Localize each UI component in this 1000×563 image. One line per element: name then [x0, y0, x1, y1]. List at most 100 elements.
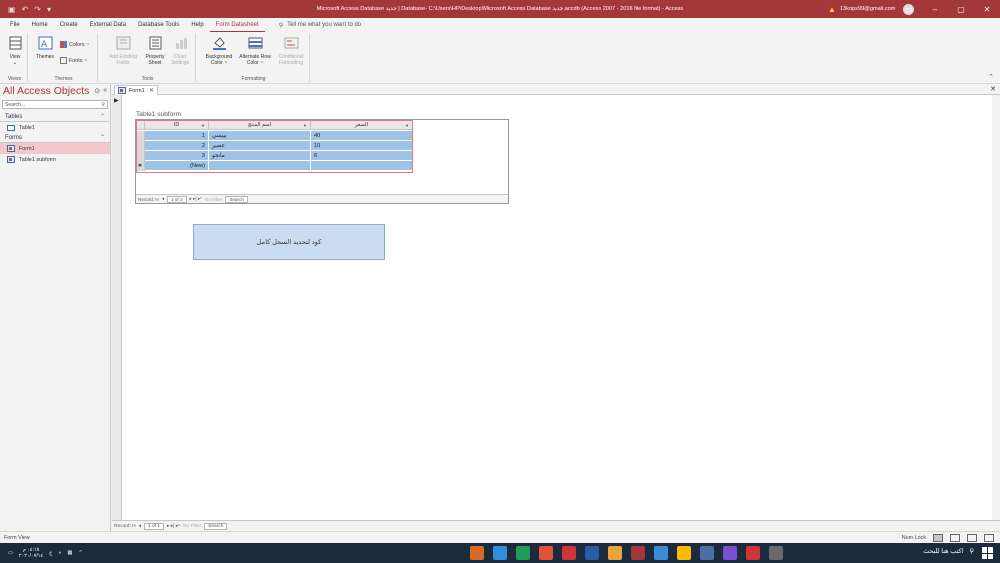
tab-file[interactable]: File	[4, 18, 26, 32]
alternate-row-color-button[interactable]: Alternate Row Color ~	[238, 36, 272, 66]
datasheet-view-icon[interactable]	[950, 533, 960, 542]
tab-home[interactable]: Home	[26, 18, 54, 32]
customize-qat-icon[interactable]: ▾	[47, 5, 51, 14]
current-record-input[interactable]: 1 of 1	[144, 522, 165, 530]
tab-database-tools[interactable]: Database Tools	[132, 18, 185, 32]
select-all-cell[interactable]	[136, 120, 145, 130]
tab-create[interactable]: Create	[54, 18, 84, 32]
tab-external-data[interactable]: External Data	[84, 18, 132, 32]
add-existing-fields-button[interactable]: Add Existing Fields	[104, 36, 142, 66]
dropdown-arrow-icon[interactable]: ▼	[303, 123, 307, 128]
vertical-scrollbar[interactable]	[992, 95, 1000, 520]
taskbar-app-icon[interactable]	[723, 546, 737, 560]
volume-icon[interactable]: ◖	[58, 550, 61, 556]
undo-icon[interactable]: ↶	[22, 5, 29, 14]
nav-search-input[interactable]: Search... ⚲	[2, 100, 108, 109]
cell-product-name[interactable]: مانجو	[209, 151, 311, 161]
fonts-button[interactable]: Fonts ~	[60, 57, 87, 64]
taskbar-app-icon[interactable]	[516, 546, 530, 560]
colors-button[interactable]: Colors ~	[60, 41, 89, 48]
design-view-icon[interactable]	[984, 533, 994, 542]
cell-id[interactable]: 1	[145, 131, 209, 141]
current-record-input[interactable]: 1 of 3	[167, 195, 187, 203]
themes-button[interactable]: A Themes	[33, 36, 57, 60]
network-icon[interactable]: ▦	[67, 550, 72, 556]
filter-indicator[interactable]: No Filter	[205, 197, 222, 202]
cell-product-name[interactable]: بيبسي	[209, 131, 311, 141]
taskbar-app-icon[interactable]	[700, 546, 714, 560]
new-record-icon[interactable]: ✱	[136, 161, 145, 171]
minimize-button[interactable]: –	[922, 0, 948, 18]
clock[interactable]: ٠٤:١٥ م ٢٠٢٠/٠٧/١٤	[19, 547, 43, 559]
row-selector[interactable]	[136, 151, 145, 161]
cell-price[interactable]: 40	[311, 131, 413, 141]
new-record-row[interactable]: ✱ (New)	[136, 161, 413, 171]
layout-view-icon[interactable]	[967, 533, 977, 542]
cell-empty[interactable]	[209, 161, 311, 171]
table-row[interactable]: 1 بيبسي 40	[136, 131, 413, 141]
language-icon[interactable]: ع	[49, 550, 52, 556]
taskbar-app-icon[interactable]	[470, 546, 484, 560]
cell-product-name[interactable]: عصير	[209, 141, 311, 151]
chart-settings-button[interactable]: Chart Settings	[168, 36, 192, 66]
taskbar-app-icon[interactable]	[585, 546, 599, 560]
cell-new-record[interactable]: (New)	[145, 161, 209, 171]
table-row[interactable]: 2 عصير 10	[136, 141, 413, 151]
tab-help[interactable]: Help	[185, 18, 209, 32]
cell-price[interactable]: 10	[311, 141, 413, 151]
close-icon[interactable]: ✕	[149, 87, 157, 94]
taskbar-app-icon[interactable]	[746, 546, 760, 560]
record-selector[interactable]: ▶	[112, 95, 122, 520]
dropdown-arrow-icon[interactable]: ▼	[405, 123, 409, 128]
select-record-button[interactable]: كود لتحديد السجل كامل	[193, 224, 385, 260]
record-nav-controls[interactable]: ▸ ▸| ▸*	[167, 524, 180, 529]
view-button[interactable]: View ⌄	[4, 36, 26, 66]
show-hidden-icons[interactable]: ⌃	[78, 550, 82, 556]
nav-item-form1[interactable]: Form1	[0, 143, 110, 154]
property-sheet-button[interactable]: Property Sheet	[144, 36, 166, 66]
previous-record-icon[interactable]: ◂	[139, 524, 141, 529]
save-icon[interactable]: ▣	[8, 5, 16, 14]
close-button[interactable]: ✕	[974, 0, 1000, 18]
form-view-icon[interactable]	[933, 533, 943, 542]
cell-price[interactable]: 6	[311, 151, 413, 161]
taskbar-app-icon[interactable]	[769, 546, 783, 560]
close-document-icon[interactable]: ✕	[990, 85, 996, 93]
tab-form1[interactable]: Form1 ✕	[114, 85, 158, 95]
start-icon[interactable]	[982, 547, 994, 559]
subform-datasheet[interactable]: ID ▼ اسم المنتج ▼ السعر ▼ 1 بيبسي 40 2 ع…	[135, 119, 509, 204]
nav-section-tables[interactable]: Tables ⌃	[0, 112, 110, 122]
nav-menu-icon[interactable]: ⊙	[94, 87, 100, 95]
nav-item-table1-subform[interactable]: Table1 subform	[0, 154, 110, 165]
maximize-button[interactable]: ▢	[948, 0, 974, 18]
notification-icon[interactable]: ▭	[8, 550, 13, 556]
conditional-formatting-button[interactable]: Conditional Formatting	[274, 36, 308, 66]
taskbar-search[interactable]: اكتب هنا للبحث ⚲	[923, 547, 974, 555]
record-search-input[interactable]: Search	[225, 195, 248, 203]
column-header-id[interactable]: ID ▼	[145, 120, 209, 130]
taskbar-app-icon[interactable]	[654, 546, 668, 560]
ribbon-display-options-icon[interactable]: ▭	[896, 0, 922, 18]
cell-id[interactable]: 3	[145, 151, 209, 161]
shutter-bar-icon[interactable]: «	[103, 87, 107, 95]
taskbar-app-icon[interactable]	[562, 546, 576, 560]
cell-id[interactable]: 2	[145, 141, 209, 151]
taskbar-app-icon[interactable]	[493, 546, 507, 560]
filter-indicator[interactable]: No Filter	[183, 524, 201, 529]
background-color-button[interactable]: Background Color ~	[200, 36, 238, 66]
redo-icon[interactable]: ↷	[34, 5, 41, 14]
record-nav-controls[interactable]: ▸ ▸| ▸*	[190, 196, 202, 202]
taskbar-app-icon[interactable]	[677, 546, 691, 560]
taskbar-app-icon[interactable]	[631, 546, 645, 560]
collapse-ribbon-icon[interactable]: ⌃	[988, 73, 994, 81]
nav-section-forms[interactable]: Forms ⌃	[0, 133, 110, 143]
column-header-product-name[interactable]: اسم المنتج ▼	[209, 120, 311, 130]
previous-record-icon[interactable]: ◂	[162, 196, 164, 202]
dropdown-arrow-icon[interactable]: ▼	[201, 123, 205, 128]
row-selector[interactable]	[136, 141, 145, 151]
taskbar-app-icon[interactable]	[608, 546, 622, 560]
record-search-input[interactable]: Search	[204, 522, 228, 530]
nav-item-table1[interactable]: Table1	[0, 122, 110, 133]
tab-form-datasheet[interactable]: Form Datasheet	[209, 18, 265, 32]
table-row[interactable]: 3 مانجو 6	[136, 151, 413, 161]
